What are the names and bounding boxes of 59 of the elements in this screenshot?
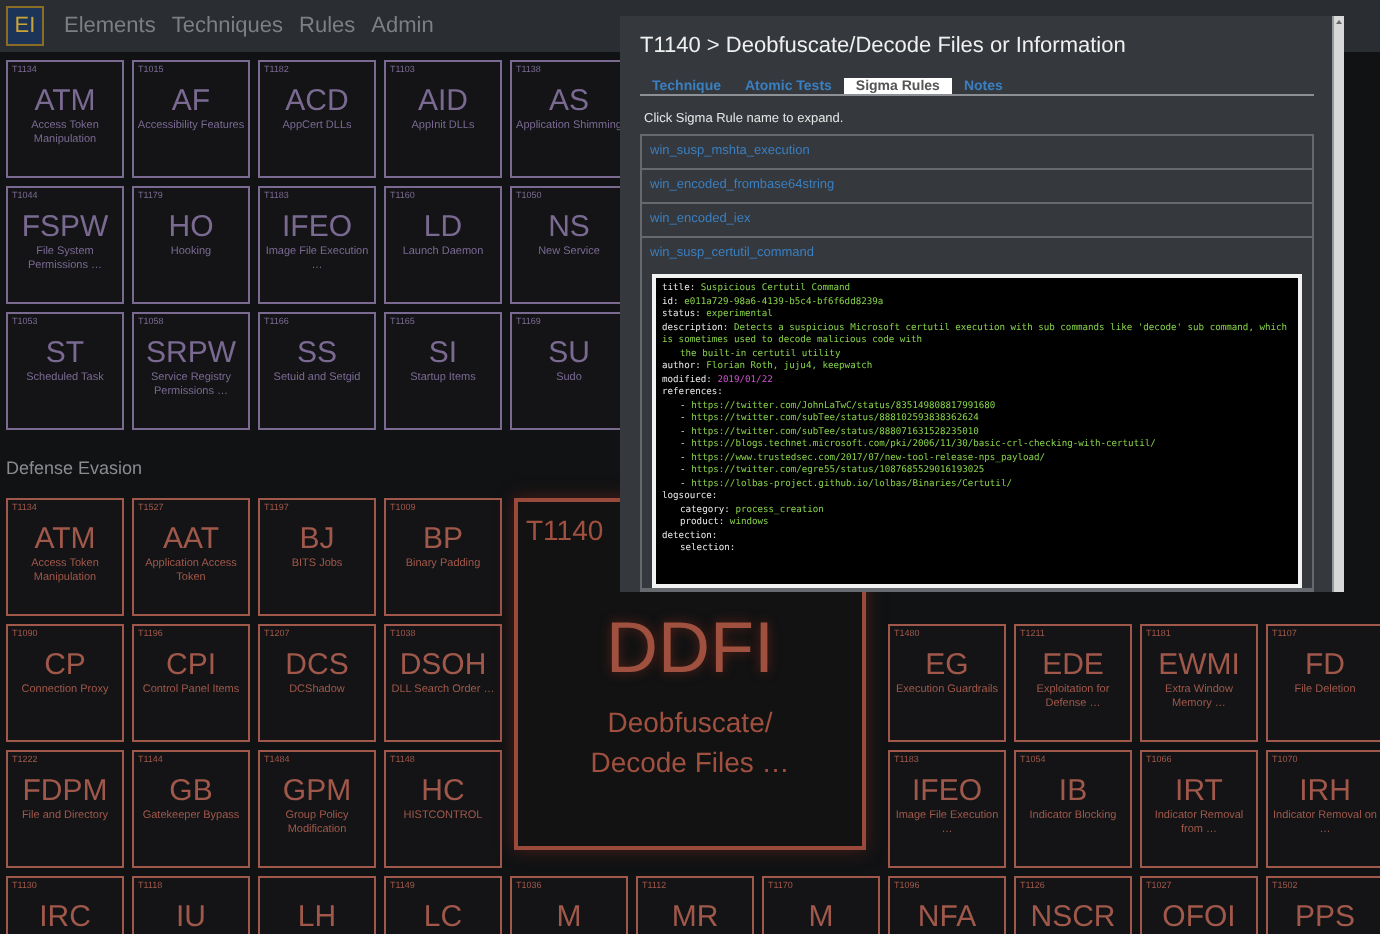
nav-link[interactable]: Admin xyxy=(371,14,434,38)
technique-abbreviation: IRT xyxy=(1175,774,1223,808)
technique-abbreviation: HO xyxy=(168,210,214,244)
technique-abbreviation: LD xyxy=(423,210,463,244)
nav-link[interactable]: Elements xyxy=(64,14,156,38)
technique-abbreviation: EWMI xyxy=(1158,648,1240,682)
technique-abbreviation: M xyxy=(808,900,834,934)
technique-abbreviation: AAT xyxy=(162,522,220,556)
technique-abbreviation: ST xyxy=(45,336,85,370)
technique-abbreviation: LC xyxy=(423,900,463,934)
section-heading: Defense Evasion xyxy=(6,456,143,482)
up-arrow-icon[interactable] xyxy=(1334,16,1344,28)
technique-abbreviation: DCS xyxy=(285,648,349,682)
technique-abbreviation: NSCR xyxy=(1030,900,1116,934)
technique-abbreviation: FDPM xyxy=(22,774,108,808)
technique-abbreviation: PPS xyxy=(1294,900,1355,934)
technique-abbreviation: IB xyxy=(1058,774,1088,808)
scrollbar[interactable] xyxy=(1332,16,1344,592)
technique-abbreviation: IFEO xyxy=(911,774,982,808)
technique-abbreviation: AS xyxy=(548,84,589,118)
technique-abbreviation: FSPW xyxy=(21,210,109,244)
technique-abbreviation: EDE xyxy=(1042,648,1104,682)
technique-abbreviation: IRH xyxy=(1299,774,1351,808)
technique-abbreviation: AID xyxy=(417,84,468,118)
technique-abbreviation: NS xyxy=(548,210,590,244)
technique-abbreviation: MR xyxy=(671,900,719,934)
technique-abbreviation: BP xyxy=(422,522,463,556)
technique-tile[interactable]: LH xyxy=(258,876,376,934)
technique-abbreviation: M xyxy=(556,900,582,934)
technique-abbreviation: OFOI xyxy=(1162,900,1236,934)
technique-abbreviation: DSOH xyxy=(399,648,487,682)
technique-abbreviation: EG xyxy=(925,648,969,682)
technique-abbreviation: CP xyxy=(44,648,86,682)
technique-abbreviation: DDFI xyxy=(606,606,774,690)
technique-abbreviation: ACD xyxy=(285,84,349,118)
technique-name: Deobfuscate/ Decode Files … xyxy=(588,704,792,782)
technique-abbreviation: SI xyxy=(428,336,458,370)
technique-abbreviation: ATM xyxy=(34,84,96,118)
technique-abbreviation: SU xyxy=(548,336,590,370)
logo[interactable]: EI xyxy=(6,6,44,46)
nav-link[interactable]: Rules xyxy=(299,14,356,38)
nav-link[interactable]: Techniques xyxy=(171,14,284,38)
technique-abbreviation: LH xyxy=(297,900,337,934)
technique-abbreviation: ATM xyxy=(34,522,96,556)
technique-abbreviation: AF xyxy=(171,84,211,118)
technique-abbreviation: GPM xyxy=(282,774,352,808)
technique-abbreviation: IFEO xyxy=(281,210,352,244)
technique-abbreviation: IU xyxy=(176,900,206,934)
technique-id: T1140 xyxy=(526,514,604,546)
dialog-title: T1140 > Deobfuscate/Decode Files or Information xyxy=(640,34,1128,58)
technique-abbreviation: SRPW xyxy=(146,336,236,370)
technique-abbreviation: HC xyxy=(421,774,465,808)
technique-abbreviation: BJ xyxy=(299,522,335,556)
technique-abbreviation: FD xyxy=(1305,648,1345,682)
technique-abbreviation: CPI xyxy=(165,648,216,682)
technique-abbreviation: GB xyxy=(169,774,213,808)
technique-abbreviation: IRC xyxy=(39,900,91,934)
technique-abbreviation: SS xyxy=(296,336,337,370)
technique-abbreviation: NFA xyxy=(917,900,977,934)
